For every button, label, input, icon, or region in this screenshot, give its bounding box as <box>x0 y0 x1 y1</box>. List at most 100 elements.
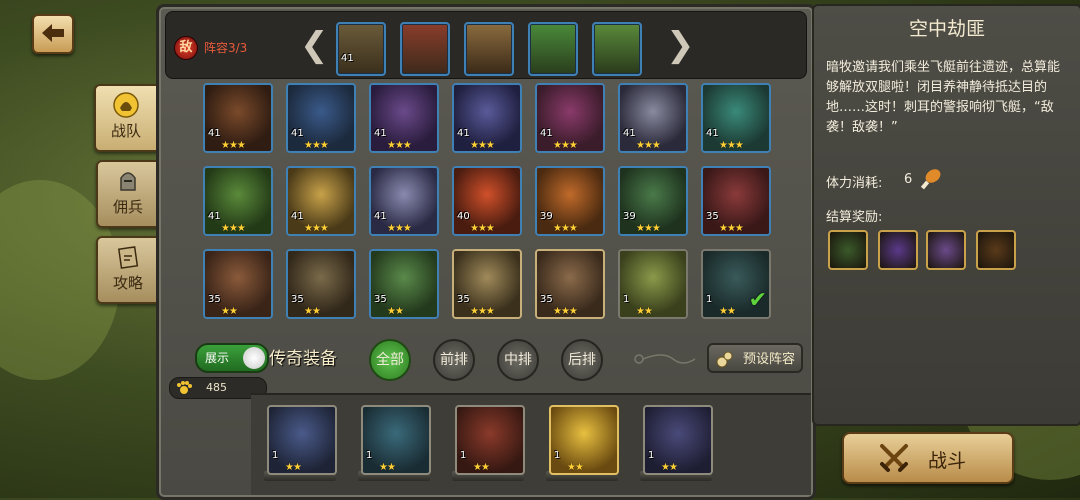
filter-front-button[interactable]: 前排 <box>433 339 475 381</box>
hero-stars: ★★★ <box>387 140 412 151</box>
team-slot-stars: ★★ <box>567 462 584 473</box>
selected-check-icon: ✔ <box>748 288 767 313</box>
staff-icon[interactable] <box>828 230 868 270</box>
team-slot-stars: ★★ <box>661 462 678 473</box>
hero-card[interactable]: 1 ★★ ✔ <box>701 249 771 319</box>
tab-mercenary[interactable]: 佣兵 <box>96 160 160 228</box>
team-slot-level: 1 <box>272 450 279 461</box>
enemy-hero-level: 41 <box>341 53 354 64</box>
hero-level: 35 <box>291 294 304 305</box>
reward-label: 结算奖励: <box>826 210 883 225</box>
hero-level: 41 <box>540 128 553 139</box>
team-slot-stars: ★★ <box>473 462 490 473</box>
fight-label: 战斗 <box>928 450 967 472</box>
team-slot[interactable]: 1 ★★ <box>643 405 713 475</box>
hero-stars: ★★★ <box>719 140 744 151</box>
hero-stars: ★★★ <box>470 223 495 234</box>
scroll-icon[interactable] <box>926 230 966 270</box>
boots-icon[interactable] <box>976 230 1016 270</box>
enemy-hero-slot: 41 <box>336 22 386 76</box>
crossed-swords-icon <box>880 444 908 472</box>
hero-stars: ★★★ <box>470 306 495 317</box>
team-slot[interactable]: 1 ★★ <box>267 405 337 475</box>
hero-level: 41 <box>374 211 387 222</box>
helmet-icon <box>113 92 139 118</box>
team-slot-level: 1 <box>460 450 467 461</box>
tab-team[interactable]: 战队 <box>94 84 158 152</box>
hero-stars: ★★★ <box>636 140 661 151</box>
fight-button[interactable]: 战斗 <box>842 432 1014 484</box>
enemy-hero-slot <box>464 22 514 76</box>
hero-portrait <box>620 251 686 317</box>
hero-card[interactable]: 35 ★★ <box>203 249 273 319</box>
scroll-icon[interactable] <box>878 230 918 270</box>
hero-card[interactable]: 41 ★★★ <box>286 83 356 153</box>
hero-portrait <box>288 251 354 317</box>
team-slot-level: 1 <box>366 450 373 461</box>
hero-level: 39 <box>540 211 553 222</box>
stage-description: 暗牧邀请我们乘坐飞艇前往遗迹，总算能够解放双腿啦！闭目养神静待抵达目的地……这时… <box>826 60 1061 135</box>
hero-card[interactable]: 35 ★★★ <box>701 166 771 236</box>
hero-level: 41 <box>291 128 304 139</box>
back-button[interactable] <box>32 14 74 54</box>
hero-level: 35 <box>374 294 387 305</box>
hero-card[interactable]: 35 ★★★ <box>535 249 605 319</box>
hero-card[interactable]: 39 ★★★ <box>535 166 605 236</box>
hero-stars: ★★★ <box>470 140 495 151</box>
hero-portrait <box>205 251 271 317</box>
hero-card[interactable]: 1 ★★ <box>618 249 688 319</box>
prev-lineup-button[interactable]: ❮ <box>300 28 329 62</box>
filter-back-button[interactable]: 后排 <box>561 339 603 381</box>
stamina-label: 体力消耗: <box>826 176 883 191</box>
hero-level: 41 <box>208 128 221 139</box>
hero-stars: ★★★ <box>553 140 578 151</box>
hero-card[interactable]: 39 ★★★ <box>618 166 688 236</box>
hero-card[interactable]: 41 ★★★ <box>203 83 273 153</box>
hero-stars: ★★ <box>304 306 321 317</box>
back-arrow-icon <box>42 24 64 42</box>
hero-card[interactable]: 35 ★★★ <box>452 249 522 319</box>
hero-level: 35 <box>706 211 719 222</box>
hero-card[interactable]: 40 ★★★ <box>452 166 522 236</box>
hero-card[interactable]: 35 ★★ <box>286 249 356 319</box>
tab-guide-label: 攻略 <box>112 274 143 292</box>
hero-level: 41 <box>706 128 719 139</box>
guide-book-icon <box>117 246 139 269</box>
hero-level: 35 <box>457 294 470 305</box>
hero-stars: ★★ <box>387 306 404 317</box>
hero-card[interactable]: 35 ★★ <box>369 249 439 319</box>
next-lineup-button[interactable]: ❯ <box>666 28 695 62</box>
team-slot[interactable]: 1 ★★ <box>455 405 525 475</box>
hero-level: 35 <box>208 294 221 305</box>
hero-stars: ★★★ <box>304 223 329 234</box>
hero-card[interactable]: 41 ★★★ <box>369 166 439 236</box>
hero-stars: ★★★ <box>221 223 246 234</box>
team-slot[interactable]: 1 ★★ <box>361 405 431 475</box>
team-slot[interactable]: 1 ★★ <box>549 405 619 475</box>
preset-lineup-button[interactable]: 预设阵容 <box>707 343 803 373</box>
hero-stars: ★★ <box>221 306 238 317</box>
hero-card[interactable]: 41 ★★★ <box>369 83 439 153</box>
divider-ornament <box>634 354 696 364</box>
tab-guide[interactable]: 攻略 <box>96 236 160 304</box>
hero-card[interactable]: 41 ★★★ <box>452 83 522 153</box>
drumstick-icon <box>920 169 941 190</box>
hero-stars: ★★★ <box>553 223 578 234</box>
hero-card[interactable]: 41 ★★★ <box>535 83 605 153</box>
enemy-hero-slot <box>528 22 578 76</box>
hero-card[interactable]: 41 ★★★ <box>618 83 688 153</box>
team-slot-stars: ★★ <box>379 462 396 473</box>
hero-portrait <box>371 251 437 317</box>
hero-level: 41 <box>623 128 636 139</box>
hero-level: 41 <box>291 211 304 222</box>
hero-level: 41 <box>457 128 470 139</box>
filter-all-button[interactable]: 全部 <box>369 339 411 381</box>
enemy-lineup-bar: 敌 阵容3/3 ❮ 41 ❯ <box>165 11 807 79</box>
hero-card[interactable]: 41 ★★★ <box>203 166 273 236</box>
hero-card[interactable]: 41 ★★★ <box>286 166 356 236</box>
hero-level: 1 <box>706 294 713 305</box>
show-legend-toggle[interactable]: 展示 <box>195 343 269 373</box>
hero-stars: ★★★ <box>304 140 329 151</box>
hero-card[interactable]: 41 ★★★ <box>701 83 771 153</box>
filter-middle-button[interactable]: 中排 <box>497 339 539 381</box>
